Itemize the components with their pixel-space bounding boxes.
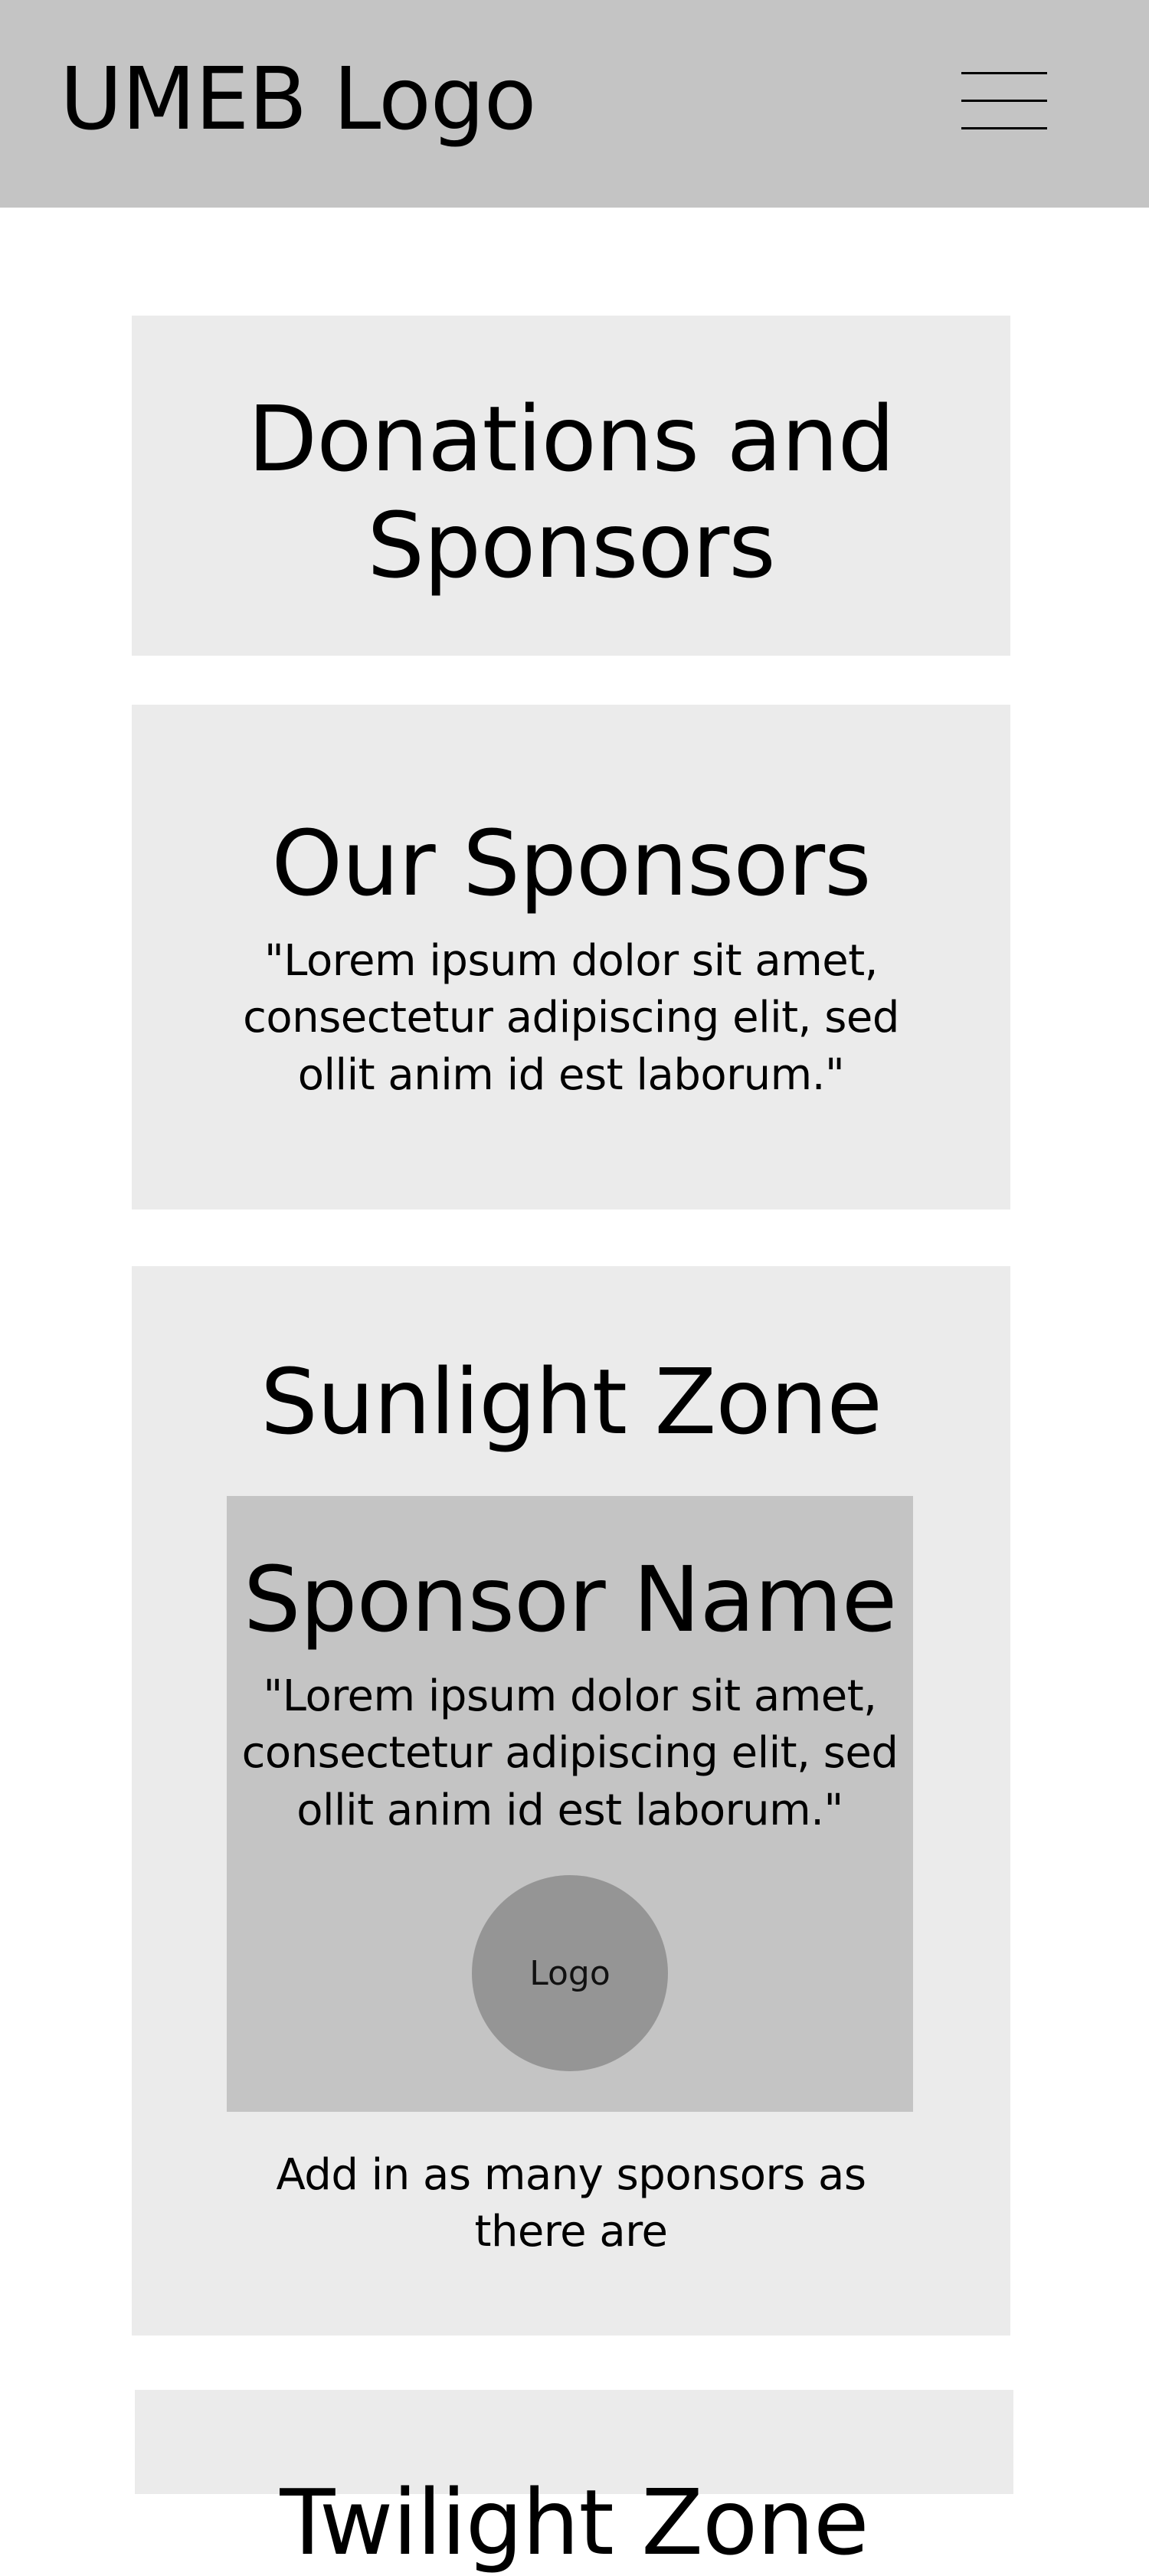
page-title-card: Donations and Sponsors: [132, 316, 1010, 656]
add-sponsors-note-line-1: Add in as many sponsors as: [276, 2150, 866, 2200]
page-title-line-2: Sponsors: [367, 493, 775, 599]
our-sponsors-title: Our Sponsors: [271, 810, 871, 916]
page-title: Donations and Sponsors: [132, 386, 1010, 599]
our-sponsors-text-line-3: ollit anim id est laborum.": [297, 1049, 845, 1100]
our-sponsors-text-line-2: consectetur adipiscing elit, sed: [243, 993, 899, 1043]
sponsor-logo-label: Logo: [529, 1953, 611, 1993]
add-sponsors-note: Add in as many sponsors as there are: [132, 2147, 1010, 2261]
sponsor-text-line-2: consectetur adipiscing elit, sed: [241, 1728, 899, 1779]
menu-line-middle: [961, 100, 1047, 102]
page-title-line-1: Donations and: [247, 386, 895, 492]
site-logo[interactable]: UMEB Logo: [60, 57, 536, 142]
add-sponsors-note-line-2: there are: [474, 2207, 668, 2257]
sponsor-text-line-1: "Lorem ipsum dolor sit amet,: [263, 1671, 877, 1721]
sponsor-description: "Lorem ipsum dolor sit amet, consectetur…: [227, 1668, 913, 1839]
sponsor-card: Sponsor Name "Lorem ipsum dolor sit amet…: [227, 1496, 913, 2112]
sponsor-name: Sponsor Name: [243, 1547, 898, 1652]
our-sponsors-description: "Lorem ipsum dolor sit amet, consectetur…: [132, 933, 1010, 1104]
twilight-zone-title: Twilight Zone: [280, 2470, 869, 2575]
menu-line-bottom: [961, 127, 1047, 129]
our-sponsors-text-line-1: "Lorem ipsum dolor sit amet,: [264, 936, 878, 986]
hamburger-menu-icon[interactable]: [961, 70, 1049, 132]
twilight-zone-card: Twilight Zone: [135, 2390, 1013, 2575]
site-header: UMEB Logo: [0, 0, 1149, 208]
our-sponsors-card: Our Sponsors "Lorem ipsum dolor sit amet…: [132, 705, 1010, 1209]
menu-line-top: [961, 72, 1047, 74]
sponsor-logo-placeholder: Logo: [472, 1875, 668, 2071]
sunlight-zone-title: Sunlight Zone: [260, 1349, 882, 1455]
sponsor-text-line-3: ollit anim id est laborum.": [296, 1785, 843, 1835]
